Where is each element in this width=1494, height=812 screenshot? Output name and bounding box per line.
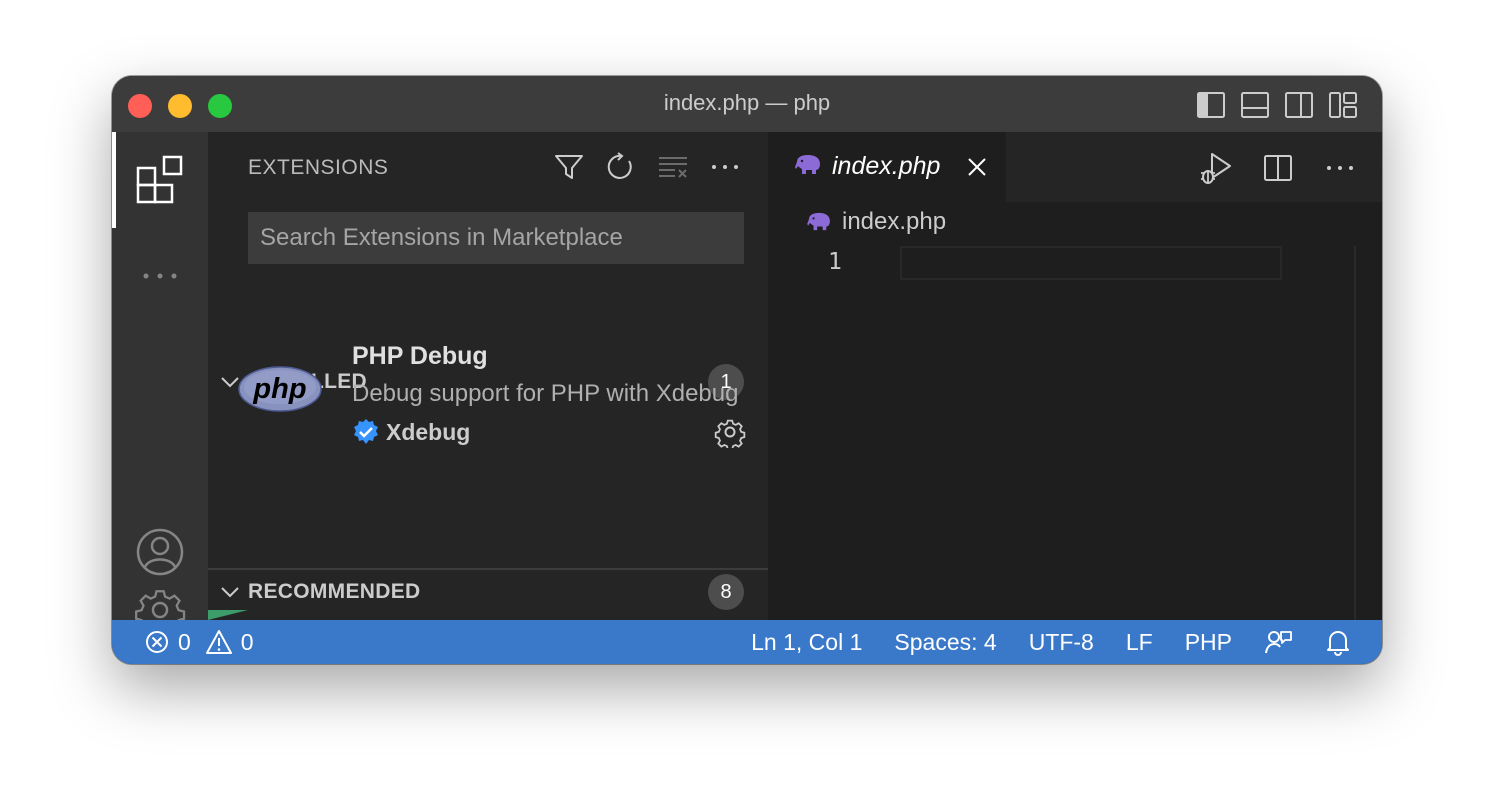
activity-more[interactable] [112,228,208,324]
sidebar-title: EXTENSIONS [248,156,389,179]
layout-controls [1196,90,1358,120]
toggle-primary-sidebar-icon[interactable] [1196,90,1226,120]
vscode-window: index.php — php EXTENSIONS Search Extens… [112,76,1382,664]
extension-name: PHP Debug [352,342,488,370]
extension-publisher: Xdebug [352,418,470,446]
bell-icon [1327,631,1349,656]
verified-publisher-icon [354,419,378,444]
recommended-count-badge: 8 [708,574,744,610]
run-debug-icon [1201,153,1231,184]
extension-settings-button[interactable] [714,416,746,453]
window-title: index.php — php [663,90,831,115]
editor-more-actions-button[interactable] [1320,148,1360,188]
more-ellipsis-icon [143,273,177,279]
problems-indicator[interactable]: 0 0 [144,620,254,664]
split-editor-icon [1264,155,1292,181]
tab-label: index.php [832,152,941,180]
sidebar-actions [552,150,742,184]
warning-count: 0 [240,628,254,655]
gear-icon [714,419,746,451]
indentation[interactable]: Spaces: 4 [894,629,996,656]
clear-search-button[interactable] [656,150,690,184]
breadcrumb-file[interactable]: index.php [842,208,946,236]
recommended-item-corner [208,610,248,620]
toggle-secondary-sidebar-icon[interactable] [1284,90,1314,120]
error-count: 0 [178,628,191,655]
feedback-button[interactable] [1264,628,1292,656]
activity-bar [112,132,208,636]
editor-actions [1196,148,1360,188]
code-editor-line[interactable] [900,246,1282,280]
feedback-icon [1265,631,1292,654]
search-extensions-box[interactable] [248,212,744,264]
toggle-panel-icon[interactable] [1240,90,1270,120]
status-bar: 0 0 Ln 1, Col 1 Spaces: 4 UTF-8 LF PHP [112,620,1382,664]
extensions-icon [136,155,183,204]
php-elephant-icon [795,155,820,174]
title-bar: index.php — php [112,76,1382,132]
recommended-section-header[interactable]: RECOMMENDED 8 [208,572,768,612]
extensions-sidebar: EXTENSIONS INSTALLED 1 [208,132,768,620]
customize-layout-icon[interactable] [1328,90,1358,120]
chevron-down-icon [221,587,239,598]
activity-manage[interactable] [112,572,208,636]
more-actions-button[interactable] [708,150,742,184]
filter-icon [555,155,583,179]
run-debug-button[interactable] [1196,148,1236,188]
recommended-label: RECOMMENDED [248,580,421,603]
activity-extensions[interactable] [112,132,208,228]
svg-text:php: php [252,373,306,405]
extension-item-php-debug[interactable]: php PHP Debug Debug support for PHP with… [208,338,768,451]
status-bar-right: Ln 1, Col 1 Spaces: 4 UTF-8 LF PHP [751,620,1352,664]
editor-area: index.php index.php 1 [768,132,1382,620]
extension-description: Debug support for PHP with Xdebug [352,380,739,407]
error-icon [146,631,168,653]
overview-ruler[interactable] [1354,246,1356,620]
encoding[interactable]: UTF-8 [1029,629,1094,656]
split-editor-button[interactable] [1258,148,1298,188]
clear-all-icon [659,157,687,178]
section-divider [208,568,768,570]
language-mode[interactable]: PHP [1185,629,1232,656]
more-ellipsis-icon [1327,166,1353,170]
line-number: 1 [828,249,842,275]
more-ellipsis-icon [712,165,738,169]
editor-tabs: index.php [768,132,1382,202]
active-indicator [112,132,116,228]
account-icon [136,528,184,576]
php-elephant-icon [807,212,830,231]
notifications-button[interactable] [1324,628,1352,656]
tab-index-php[interactable]: index.php [768,132,1006,202]
cursor-position[interactable]: Ln 1, Col 1 [751,629,862,656]
php-logo-icon: php [238,366,322,412]
search-input[interactable] [258,223,744,253]
end-of-line[interactable]: LF [1126,629,1153,656]
publisher-name: Xdebug [386,418,471,445]
close-icon[interactable] [966,156,988,178]
refresh-button[interactable] [604,150,638,184]
filter-extensions-button[interactable] [552,150,586,184]
refresh-icon [607,152,632,179]
warning-icon [205,630,232,654]
breadcrumb[interactable]: index.php [806,208,946,236]
